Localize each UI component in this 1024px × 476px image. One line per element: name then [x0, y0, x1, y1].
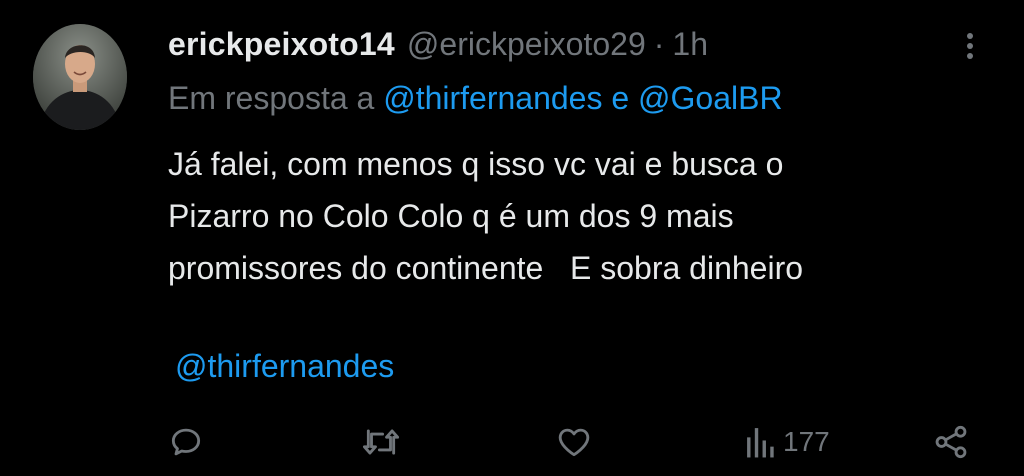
share-button[interactable] — [932, 420, 970, 464]
retweet-icon — [360, 423, 402, 461]
reply-joiner: e — [602, 80, 639, 116]
reply-context: Em resposta a @thirfernandes e @GoalBR — [168, 80, 783, 117]
separator-dot: · — [653, 25, 665, 62]
tagged-mention-link[interactable]: @thirfernandes — [175, 348, 394, 385]
tweet-body-line: Já falei, com menos q isso vc vai e busc… — [168, 146, 784, 182]
reply-mention-2[interactable]: @GoalBR — [638, 80, 783, 116]
timestamp[interactable]: 1h — [672, 26, 708, 63]
like-button[interactable] — [555, 420, 593, 464]
more-options-icon[interactable] — [962, 30, 978, 66]
reply-icon — [167, 423, 205, 461]
tweet-header: erickpeixoto14 @erickpeixoto29 · 1h — [168, 22, 708, 66]
user-handle[interactable]: @erickpeixoto29 — [407, 26, 646, 63]
views-chart-icon — [745, 425, 777, 459]
tweet-body-line: Pizarro no Colo Colo q é um dos 9 mais — [168, 198, 734, 234]
views-button[interactable]: 177 — [745, 420, 830, 464]
retweet-button[interactable] — [360, 420, 402, 464]
heart-icon — [555, 423, 593, 461]
tweet-body: Já falei, com menos q isso vc vai e busc… — [168, 138, 1008, 294]
reply-mention-1[interactable]: @thirfernandes — [383, 80, 602, 116]
reply-prefix: Em resposta a — [168, 80, 384, 116]
username[interactable]: erickpeixoto14 — [168, 26, 395, 63]
tweet-body-line: promissores do continente E sobra dinhei… — [168, 250, 804, 286]
views-count: 177 — [783, 426, 830, 457]
share-icon — [932, 423, 970, 461]
avatar[interactable] — [33, 24, 127, 130]
action-bar: 177 — [0, 420, 1024, 464]
reply-button[interactable] — [167, 420, 205, 464]
